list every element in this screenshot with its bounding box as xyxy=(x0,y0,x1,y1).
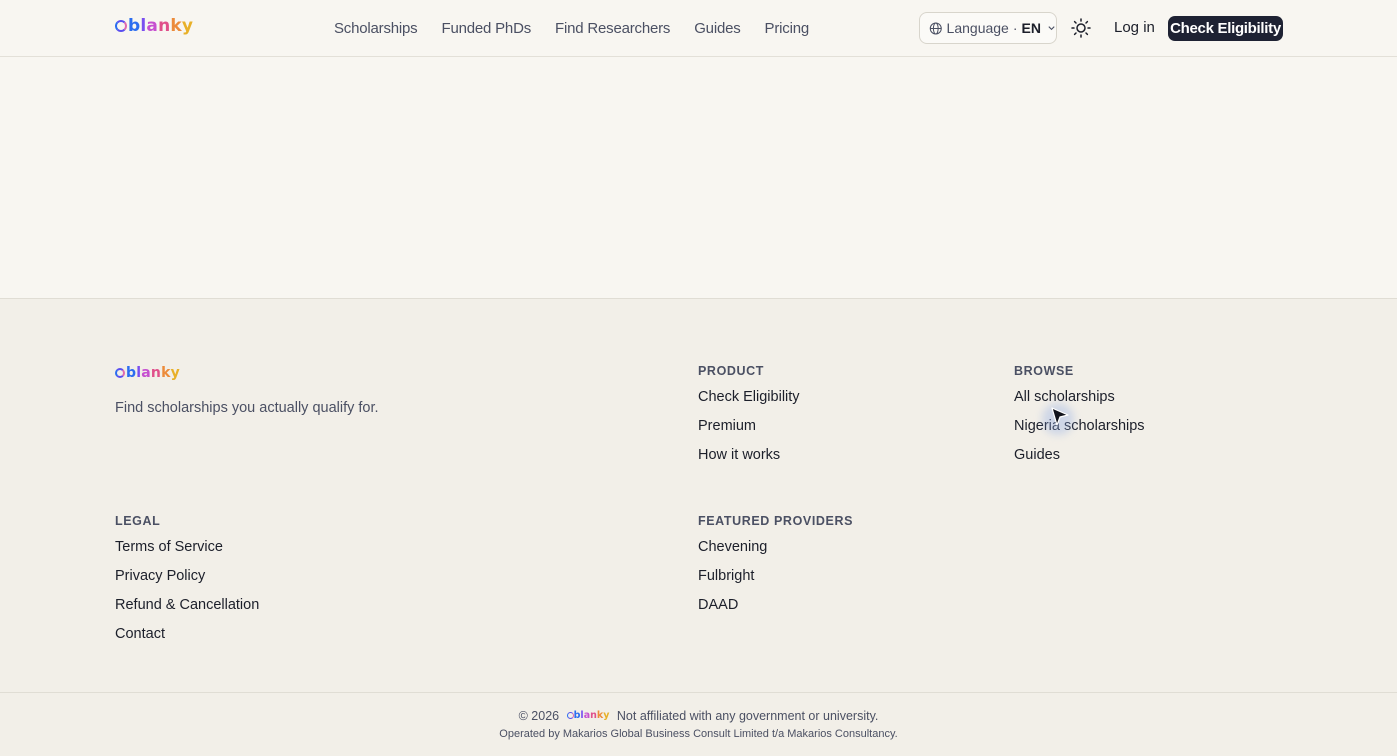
brand-wordmark: blanky xyxy=(128,16,193,36)
footer-link-all-scholarships[interactable]: All scholarships xyxy=(1014,387,1145,416)
logo-ring-icon xyxy=(115,368,125,378)
footer-copyright-line: © 2026 blanky Not affiliated with any go… xyxy=(0,709,1397,723)
nav-pricing[interactable]: Pricing xyxy=(765,20,810,37)
site-footer: blanky Find scholarships you actually qu… xyxy=(0,298,1397,756)
brand-letter: y xyxy=(603,710,610,721)
nav-scholarships[interactable]: Scholarships xyxy=(334,20,418,37)
brand-wordmark: blanky xyxy=(574,710,610,721)
operated-by-text: Operated by Makarios Global Business Con… xyxy=(499,728,898,740)
disclaimer-text: Not affiliated with any government or un… xyxy=(616,709,879,723)
brand-letter: k xyxy=(170,16,182,36)
footer-link-nigeria-scholarships[interactable]: Nigeria scholarships xyxy=(1014,416,1145,445)
login-link[interactable]: Log in xyxy=(1114,19,1155,36)
footer-heading-legal: LEGAL xyxy=(115,514,161,528)
brand-letter: y xyxy=(181,16,194,36)
footer-browse-column: BROWSE All scholarships Nigeria scholars… xyxy=(1014,364,1145,474)
sun-icon[interactable] xyxy=(1070,17,1092,39)
footer-link-guides[interactable]: Guides xyxy=(1014,445,1145,474)
language-code: EN xyxy=(1021,20,1041,36)
footer-link-daad[interactable]: DAAD xyxy=(698,595,853,624)
check-eligibility-button[interactable]: Check Eligibility xyxy=(1168,16,1283,41)
brand-logo[interactable]: blanky xyxy=(115,16,193,36)
footer-tagline: Find scholarships you actually qualify f… xyxy=(115,400,379,416)
footer-link-refund[interactable]: Refund & Cancellation xyxy=(115,595,259,624)
globe-icon xyxy=(929,21,942,35)
brand-letter: n xyxy=(150,365,162,381)
language-selector[interactable]: Language · EN xyxy=(919,12,1057,44)
brand-letter: b xyxy=(128,16,141,36)
copyright-text: © 2026 xyxy=(518,709,560,723)
main-nav: Scholarships Funded PhDs Find Researcher… xyxy=(334,0,809,56)
footer-link-terms[interactable]: Terms of Service xyxy=(115,537,259,566)
brand-letter: b xyxy=(126,365,137,381)
footer-bottom-bar: © 2026 blanky Not affiliated with any go… xyxy=(0,692,1397,756)
language-separator: · xyxy=(1012,20,1018,36)
nav-guides[interactable]: Guides xyxy=(694,20,741,37)
footer-inline-logo: blanky xyxy=(566,710,610,721)
site-header: blanky Scholarships Funded PhDs Find Res… xyxy=(0,0,1397,57)
footer-link-fulbright[interactable]: Fulbright xyxy=(698,566,853,595)
nav-funded-phds[interactable]: Funded PhDs xyxy=(441,20,531,37)
brand-wordmark: blanky xyxy=(126,365,180,381)
brand-letter: n xyxy=(590,710,597,721)
footer-heading-product: PRODUCT xyxy=(698,364,765,378)
footer-legal-column: LEGAL Terms of Service Privacy Policy Re… xyxy=(115,514,259,653)
footer-heading-browse: BROWSE xyxy=(1014,364,1074,378)
footer-link-contact[interactable]: Contact xyxy=(115,624,259,653)
logo-ring-icon xyxy=(566,712,574,719)
chevron-down-icon xyxy=(1048,26,1055,31)
brand-letter: a xyxy=(141,365,151,381)
footer-brand-logo[interactable]: blanky xyxy=(115,365,180,381)
footer-link-check-eligibility[interactable]: Check Eligibility xyxy=(698,387,800,416)
language-label: Language xyxy=(946,20,1009,36)
brand-letter: n xyxy=(158,16,171,36)
footer-link-privacy[interactable]: Privacy Policy xyxy=(115,566,259,595)
footer-heading-providers: FEATURED PROVIDERS xyxy=(698,514,854,528)
cursor-highlight xyxy=(1042,403,1074,435)
footer-product-column: PRODUCT Check Eligibility Premium How it… xyxy=(698,364,800,474)
footer-link-how-it-works[interactable]: How it works xyxy=(698,445,800,474)
footer-link-chevening[interactable]: Chevening xyxy=(698,537,853,566)
nav-find-researchers[interactable]: Find Researchers xyxy=(555,20,670,37)
brand-letter: y xyxy=(170,365,180,381)
footer-providers-column: FEATURED PROVIDERS Chevening Fulbright D… xyxy=(698,514,853,624)
brand-letter: k xyxy=(161,365,171,381)
logo-ring-icon xyxy=(115,20,127,32)
brand-letter: a xyxy=(146,16,159,36)
footer-link-premium[interactable]: Premium xyxy=(698,416,800,445)
